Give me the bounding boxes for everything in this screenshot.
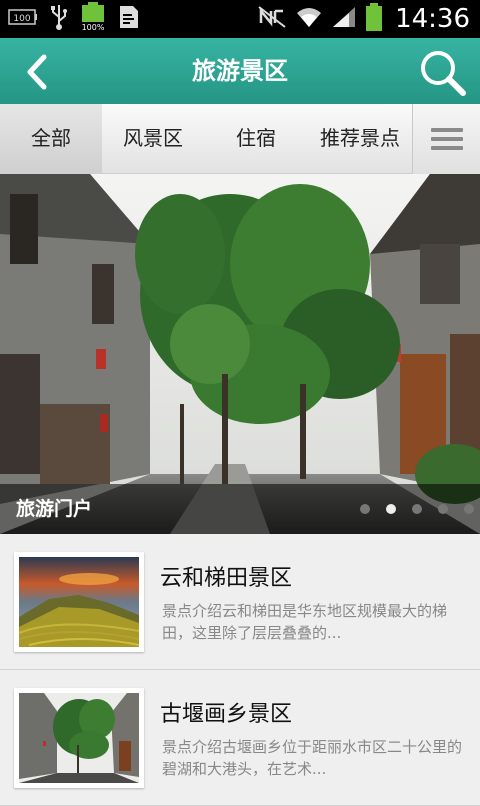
app-header: 旅游景区 bbox=[0, 38, 480, 104]
sim-doc-icon bbox=[118, 4, 140, 34]
menu-button[interactable] bbox=[412, 104, 480, 174]
tab-all[interactable]: 全部 bbox=[0, 104, 102, 174]
list-item-thumbnail bbox=[14, 552, 144, 652]
banner-caption: 旅游门户 bbox=[16, 498, 93, 520]
carousel-dot[interactable] bbox=[464, 504, 474, 514]
terrace-photo bbox=[19, 557, 139, 647]
wifi-icon bbox=[295, 5, 323, 33]
street-photo bbox=[19, 693, 139, 783]
carousel-dot[interactable] bbox=[360, 504, 370, 514]
banner-image bbox=[0, 174, 480, 534]
status-right-icons: 14:36 bbox=[257, 2, 470, 36]
banner-carousel[interactable]: 旅游门户 bbox=[0, 174, 480, 534]
list-item-description: 景点介绍古堰画乡位于距丽水市区二十公里的碧湖和大港头，在艺术... bbox=[162, 738, 463, 778]
menu-icon bbox=[431, 128, 463, 132]
battery-icon bbox=[365, 2, 383, 36]
list-item[interactable]: 古堰画乡景区 景点介绍古堰画乡位于距丽水市区二十公里的碧湖和大港头，在艺术... bbox=[0, 670, 480, 806]
carousel-dot[interactable] bbox=[412, 504, 422, 514]
status-bar: 100 100% 14:36 bbox=[0, 0, 480, 38]
search-icon bbox=[421, 51, 466, 96]
search-button[interactable] bbox=[416, 46, 468, 98]
svg-text:100%: 100% bbox=[82, 23, 105, 32]
tab-scenic-area[interactable]: 风景区 bbox=[102, 104, 204, 174]
page-title: 旅游景区 bbox=[192, 57, 288, 85]
battery-small-icon: 100 bbox=[8, 7, 38, 31]
usb-icon bbox=[50, 3, 68, 35]
list-item-description: 景点介绍云和梯田是华东地区规模最大的梯田，这里除了层层叠叠的... bbox=[162, 602, 448, 642]
tab-recommended[interactable]: 推荐景点 bbox=[308, 104, 412, 174]
list-item-thumbnail bbox=[14, 688, 144, 788]
battery-full-icon: 100% bbox=[80, 2, 106, 36]
list-item-title: 云和梯田景区 bbox=[160, 566, 293, 591]
list-item-title: 古堰画乡景区 bbox=[160, 702, 293, 727]
svg-text:100: 100 bbox=[13, 14, 30, 24]
list-item[interactable]: 云和梯田景区 景点介绍云和梯田是华东地区规模最大的梯田，这里除了层层叠叠的... bbox=[0, 534, 480, 670]
carousel-dot[interactable] bbox=[438, 504, 448, 514]
banner-caption-bar: 旅游门户 bbox=[0, 484, 480, 534]
tab-accommodation[interactable]: 住宿 bbox=[204, 104, 308, 174]
status-left-icons: 100 100% bbox=[8, 2, 140, 36]
carousel-indicators bbox=[360, 504, 474, 514]
signal-icon bbox=[331, 5, 357, 33]
carousel-dot-active[interactable] bbox=[386, 504, 396, 514]
nfc-off-icon bbox=[257, 5, 287, 33]
clock: 14:36 bbox=[395, 4, 470, 34]
category-tabs: 全部 风景区 住宿 推荐景点 bbox=[0, 104, 480, 174]
